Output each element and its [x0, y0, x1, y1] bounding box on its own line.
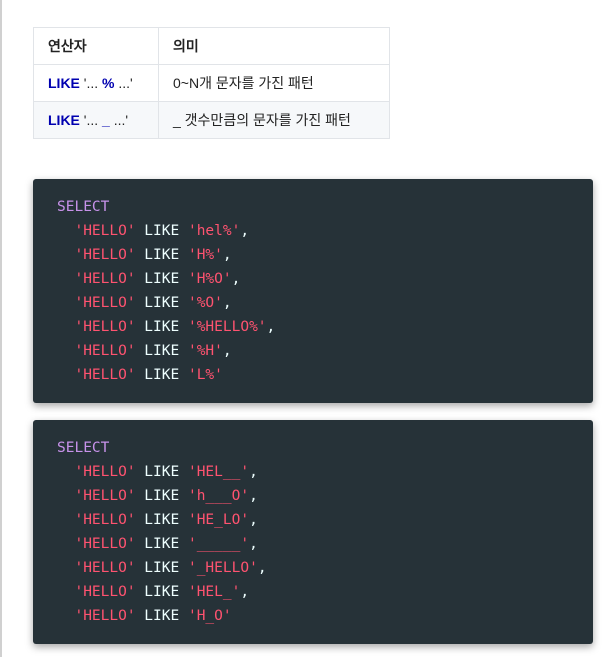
- code-left: 'HELLO': [74, 464, 136, 480]
- code-op: LIKE: [135, 223, 188, 239]
- code-right: '_____': [187, 536, 250, 552]
- code-line: 'HELLO' LIKE 'h___O',: [57, 484, 569, 508]
- operator-table: 연산자 의미 LIKE '... % ...' 0~N개 문자를 가진 패턴 L…: [33, 27, 390, 139]
- code-block-underscore: SELECT 'HELLO' LIKE 'HEL__', 'HELLO' LIK…: [33, 420, 593, 644]
- left-border: [0, 0, 2, 657]
- select-keyword: SELECT: [57, 199, 110, 215]
- operator-cell: LIKE '... _ ...': [33, 101, 159, 139]
- code-sep: ,: [231, 271, 241, 287]
- code-line: SELECT: [57, 436, 569, 460]
- code-sep: ,: [249, 536, 258, 552]
- code-left: 'HELLO': [74, 223, 136, 239]
- table-row: LIKE '... _ ...' _ 갯수만큼의 문자를 가진 패턴: [33, 101, 390, 139]
- pattern-wildcard: %: [102, 75, 115, 91]
- code-op: LIKE: [135, 343, 188, 359]
- code-right: 'H_O': [187, 608, 232, 624]
- meaning-cell: 0~N개 문자를 가진 패턴: [158, 64, 390, 102]
- pattern-suffix: ...': [114, 75, 133, 91]
- code-right: 'HEL_': [187, 584, 241, 600]
- code-right: '%O': [187, 295, 223, 311]
- operator-cell: LIKE '... % ...': [33, 64, 159, 102]
- pattern-prefix: '...: [79, 112, 103, 128]
- code-line: 'HELLO' LIKE 'H%O',: [57, 267, 569, 291]
- code-sep: ,: [266, 319, 276, 335]
- code-sep: ,: [249, 512, 258, 528]
- code-op: LIKE: [135, 464, 188, 480]
- code-sep: ,: [222, 295, 232, 311]
- code-left: 'HELLO': [74, 247, 136, 263]
- pattern-suffix: ...': [109, 112, 129, 128]
- code-left: 'HELLO': [74, 488, 136, 504]
- select-keyword: SELECT: [57, 440, 110, 456]
- code-op: LIKE: [135, 512, 188, 528]
- code-right: 'hel%': [187, 223, 241, 239]
- code-left: 'HELLO': [74, 271, 136, 287]
- header-meaning: 의미: [158, 27, 390, 65]
- like-keyword: LIKE: [48, 75, 80, 91]
- code-right: 'h___O': [187, 488, 250, 504]
- code-line: 'HELLO' LIKE 'HEL_',: [57, 580, 569, 604]
- code-op: LIKE: [135, 295, 188, 311]
- code-left: 'HELLO': [74, 295, 136, 311]
- code-left: 'HELLO': [74, 512, 136, 528]
- header-operator: 연산자: [33, 27, 159, 65]
- code-line: 'HELLO' LIKE '%O',: [57, 291, 569, 315]
- pattern-prefix: '...: [79, 75, 103, 91]
- code-right: 'L%': [187, 367, 223, 383]
- code-line: 'HELLO' LIKE '%H',: [57, 339, 569, 363]
- code-sep: ,: [222, 247, 232, 263]
- code-op: LIKE: [135, 247, 188, 263]
- code-sep: ,: [240, 584, 250, 600]
- code-op: LIKE: [135, 584, 188, 600]
- code-op: LIKE: [135, 608, 188, 624]
- code-line: 'HELLO' LIKE 'HEL__',: [57, 460, 569, 484]
- code-line: 'HELLO' LIKE '_____',: [57, 532, 569, 556]
- code-right: '%H': [187, 343, 223, 359]
- code-left: 'HELLO': [74, 367, 136, 383]
- code-left: 'HELLO': [74, 584, 136, 600]
- code-right: 'H%O': [187, 271, 232, 287]
- code-left: 'HELLO': [74, 343, 136, 359]
- code-sep: ,: [222, 343, 232, 359]
- code-block-percent: SELECT 'HELLO' LIKE 'hel%', 'HELLO' LIKE…: [33, 179, 593, 403]
- code-sep: ,: [257, 560, 267, 576]
- code-op: LIKE: [135, 367, 188, 383]
- code-line: 'HELLO' LIKE 'H%',: [57, 243, 569, 267]
- code-op: LIKE: [135, 560, 188, 576]
- code-left: 'HELLO': [74, 319, 136, 335]
- code-line: 'HELLO' LIKE 'H_O': [57, 604, 569, 628]
- code-op: LIKE: [135, 319, 188, 335]
- code-right: 'H%': [187, 247, 223, 263]
- pattern-wildcard: _: [102, 112, 110, 128]
- code-right: '_HELLO': [187, 560, 258, 576]
- table-row: LIKE '... % ...' 0~N개 문자를 가진 패턴: [33, 64, 390, 102]
- code-op: LIKE: [135, 536, 188, 552]
- code-line: SELECT: [57, 195, 569, 219]
- code-sep: ,: [240, 223, 250, 239]
- table-header-row: 연산자 의미: [33, 27, 390, 65]
- code-right: 'HE_LO': [187, 512, 250, 528]
- code-line: 'HELLO' LIKE 'L%': [57, 363, 569, 387]
- code-sep: ,: [249, 464, 258, 480]
- code-left: 'HELLO': [74, 536, 136, 552]
- code-right: '%HELLO%': [187, 319, 267, 335]
- like-keyword: LIKE: [48, 112, 80, 128]
- meaning-cell: _ 갯수만큼의 문자를 가진 패턴: [158, 101, 390, 139]
- code-line: 'HELLO' LIKE 'hel%',: [57, 219, 569, 243]
- code-left: 'HELLO': [74, 560, 136, 576]
- code-op: LIKE: [135, 488, 188, 504]
- code-line: 'HELLO' LIKE '%HELLO%',: [57, 315, 569, 339]
- code-line: 'HELLO' LIKE '_HELLO',: [57, 556, 569, 580]
- code-op: LIKE: [135, 271, 188, 287]
- code-left: 'HELLO': [74, 608, 136, 624]
- code-right: 'HEL__': [187, 464, 250, 480]
- code-line: 'HELLO' LIKE 'HE_LO',: [57, 508, 569, 532]
- code-sep: ,: [249, 488, 258, 504]
